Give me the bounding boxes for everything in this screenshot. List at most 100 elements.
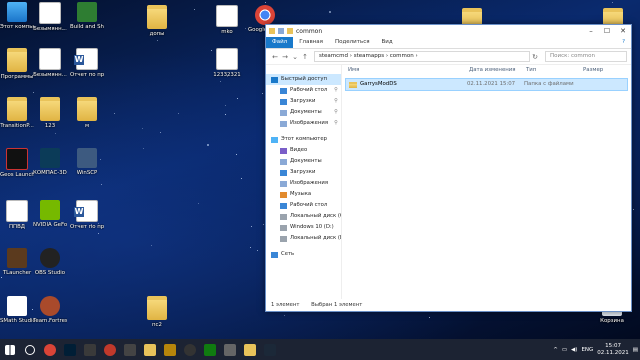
refresh-icon[interactable]: ↻ <box>530 53 540 61</box>
nav-item[interactable]: Документы <box>266 156 341 167</box>
chrome-icon <box>255 5 275 25</box>
taskbar-file-explorer-button[interactable] <box>80 339 100 360</box>
desktop-icon[interactable]: 12332321 <box>210 48 244 78</box>
path-segment[interactable]: steamcmd <box>319 53 348 59</box>
taskbar-obs-record-button[interactable] <box>100 339 120 360</box>
desktop-icon[interactable]: Build and Shoot L... <box>70 2 104 30</box>
star <box>257 250 258 251</box>
desktop-icon[interactable]: Программы <box>0 48 34 80</box>
doc-icon <box>216 48 238 70</box>
nav-item-label: Загрузки <box>290 169 316 175</box>
nav-item[interactable]: Изображения <box>266 178 341 189</box>
recent-chevron-icon[interactable]: ⌄ <box>290 53 300 61</box>
desktop-icon[interactable]: OBS Studio <box>33 248 67 276</box>
network-icon[interactable]: ▭ <box>562 347 567 353</box>
nav-item[interactable]: Изображения ⚲ <box>266 118 341 129</box>
help-icon[interactable]: ? <box>616 37 631 48</box>
column-date[interactable]: Дата изменения <box>469 64 526 76</box>
taskbar-vm-button[interactable] <box>120 339 140 360</box>
star <box>143 148 144 149</box>
forward-arrow-icon[interactable]: → <box>280 53 290 61</box>
star <box>429 317 430 318</box>
path-segment[interactable]: common <box>390 53 414 59</box>
up-arrow-icon[interactable]: ↑ <box>300 53 310 61</box>
desktop-icon[interactable]: mko <box>210 5 244 35</box>
nav-item[interactable]: Загрузки ⚲ <box>266 96 341 107</box>
tab-share[interactable]: Поделиться <box>329 37 376 48</box>
desktop-icon[interactable]: м <box>70 97 104 129</box>
desktop-icon-label: OBS Studio <box>34 270 66 276</box>
nav-item[interactable]: Рабочий стол ⚲ <box>266 85 341 96</box>
maximize-button[interactable]: ☐ <box>599 25 615 37</box>
taskbar-photoshop-button[interactable] <box>60 339 80 360</box>
desktop-icon[interactable]: ППВД <box>0 200 34 230</box>
taskbar-chrome-button[interactable] <box>40 339 60 360</box>
language-indicator[interactable]: ENG <box>581 347 593 353</box>
back-arrow-icon[interactable]: ← <box>270 53 280 61</box>
tab-file[interactable]: Файл <box>266 37 294 48</box>
desktop-icon[interactable]: SMath Studio Desktop <box>0 296 34 324</box>
star <box>114 113 115 114</box>
desktop-icon[interactable]: допы <box>140 5 174 37</box>
nav-item[interactable]: Локальный диск (E:) <box>266 233 341 244</box>
quick-access-toolbar-icon[interactable] <box>278 28 284 34</box>
nav-item[interactable]: Музыка <box>266 189 341 200</box>
desktop-icon[interactable]: 123 <box>33 97 67 129</box>
nav-item[interactable]: Рабочий стол <box>266 200 341 211</box>
nav-item[interactable]: Видео <box>266 145 341 156</box>
title-bar[interactable]: common – ☐ ✕ <box>266 25 631 37</box>
taskbar-search-button[interactable] <box>20 339 40 360</box>
new-folder-icon[interactable] <box>287 28 293 34</box>
folder-icon <box>40 97 60 121</box>
close-button[interactable]: ✕ <box>615 25 631 37</box>
desktop-icon[interactable]: Этот компьютер <box>0 2 34 30</box>
star <box>198 203 199 204</box>
taskbar-steam-button[interactable] <box>260 339 280 360</box>
nav-item[interactable]: Загрузки <box>266 167 341 178</box>
desktop-icon[interactable]: пс2 <box>140 296 174 328</box>
tab-view[interactable]: Вид <box>376 37 399 48</box>
volume-icon[interactable]: ◀) <box>571 347 577 353</box>
desktop-icon[interactable]: Отчет по практике <box>70 200 104 230</box>
taskbar-explorer-button[interactable] <box>140 339 160 360</box>
table-row[interactable]: GarrysModDS 02.11.2021 15:07 Папка с фай… <box>345 78 628 91</box>
desktop-icon[interactable]: TransitionP... <box>0 97 34 129</box>
desktop-icon[interactable]: Geos Launcher <box>0 148 34 178</box>
nav-item[interactable]: Сеть <box>266 249 341 260</box>
desktop-icon[interactable]: Отчет по практике <box>70 48 104 78</box>
tab-home[interactable]: Главная <box>293 37 329 48</box>
taskbar-folder-button[interactable] <box>240 339 260 360</box>
clock[interactable]: 15:07 02.11.2021 <box>597 343 629 357</box>
star <box>194 9 195 10</box>
desktop-icon-label: WinSCP <box>76 170 98 176</box>
obs-icon <box>184 343 196 356</box>
explorer-window[interactable]: common – ☐ ✕ Файл Главная Поделиться Вид… <box>265 24 632 312</box>
nav-item[interactable]: Локальный диск (C:) <box>266 211 341 222</box>
desktop-icon[interactable]: Безымянн... <box>33 48 67 78</box>
search-input[interactable]: Поиск: common <box>545 51 627 62</box>
taskbar-wow-button[interactable] <box>160 339 180 360</box>
desktop-icon[interactable]: КОМПАС-3D V19.7 учебн... <box>33 148 67 176</box>
address-bar[interactable]: steamcmd › steamapps › common › <box>314 51 530 62</box>
desktop-icon[interactable]: Безымянн... <box>33 2 67 32</box>
nav-item[interactable]: Документы ⚲ <box>266 107 341 118</box>
path-segment[interactable]: steamapps <box>354 53 384 59</box>
notifications-icon[interactable]: ▤ <box>633 347 638 353</box>
tray-chevron-icon[interactable]: ^ <box>553 347 558 353</box>
minimize-button[interactable]: – <box>583 25 599 37</box>
taskbar-start-button[interactable] <box>0 339 20 360</box>
nav-item[interactable]: Этот компьютер <box>266 134 341 145</box>
taskbar-xbox-button[interactable] <box>200 339 220 360</box>
download-icon <box>280 169 287 176</box>
desktop-icon[interactable]: WinSCP <box>70 148 104 176</box>
column-type[interactable]: Тип <box>526 64 583 76</box>
taskbar-steam-mod-button[interactable] <box>220 339 240 360</box>
nav-item[interactable]: Быстрый доступ <box>266 74 341 85</box>
taskbar-obs-button[interactable] <box>180 339 200 360</box>
desktop-icon[interactable]: NVIDIA GeFor... <box>33 200 67 228</box>
column-name[interactable]: Имя <box>348 64 469 76</box>
desktop-icon[interactable]: TLauncher <box>0 248 34 276</box>
column-size[interactable]: Размер <box>583 64 603 76</box>
desktop-icon[interactable]: Team Fortress 2 <box>33 296 67 324</box>
nav-item[interactable]: Windows 10 (D:) <box>266 222 341 233</box>
